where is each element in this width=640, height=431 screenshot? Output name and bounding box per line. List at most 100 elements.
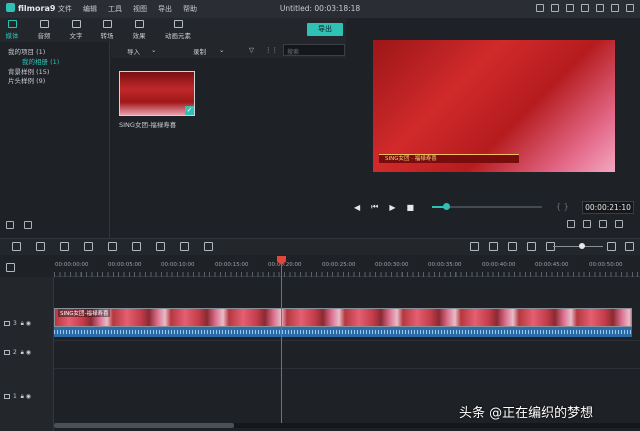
music-icon: [39, 20, 49, 28]
display-icon[interactable]: [567, 220, 575, 228]
split-screen-icon[interactable]: [527, 242, 536, 251]
library-item-intro-samples[interactable]: 片头样例 (9): [8, 75, 45, 85]
add-track-icon[interactable]: [6, 263, 15, 272]
step-back-icon[interactable]: ⏮: [371, 202, 378, 212]
undo-icon[interactable]: [12, 242, 21, 251]
shield-icon[interactable]: [470, 242, 479, 251]
edit-tools: [12, 242, 213, 251]
ruler-label: 00:00:35:00: [428, 262, 462, 268]
track-header-1[interactable]: 1 🔒︎ ◉: [4, 393, 31, 401]
close-icon[interactable]: [626, 4, 634, 12]
cut-icon[interactable]: [84, 242, 93, 251]
audio-waveform: [54, 330, 632, 334]
folder-icon: [7, 20, 17, 28]
audio-adjust-icon[interactable]: [204, 242, 213, 251]
preview-scrubber-knob[interactable]: [443, 203, 450, 210]
video-preview: [373, 40, 615, 172]
playhead[interactable]: [281, 261, 282, 426]
ruler-label: 00:00:30:00: [375, 262, 409, 268]
ruler-label: 00:00:40:00: [482, 262, 516, 268]
video-track-icon: [4, 321, 10, 326]
delete-icon[interactable]: [60, 242, 69, 251]
fullscreen-icon[interactable]: [615, 220, 623, 228]
media-tabs: 媒体 音频 文字 转场 效果 动画元素: [0, 18, 346, 42]
grid-view-icon[interactable]: ⋮⋮: [265, 46, 278, 54]
lock-icon[interactable]: 🔒︎: [21, 320, 24, 327]
preview-timecode: 00:00:21:10: [582, 201, 634, 214]
redo-icon[interactable]: [36, 242, 45, 251]
ruler-label: 00:00:15:00: [215, 262, 249, 268]
video-banner: SING女团 · 福禄寿喜: [379, 154, 519, 163]
tab-media[interactable]: 媒体: [0, 20, 28, 40]
snapshot-icon[interactable]: [583, 220, 591, 228]
track-divider: [54, 340, 640, 341]
watermark: 头条 @正在编织的梦想: [459, 406, 594, 421]
playback-controls: ◀ ⏮ ▶ ■: [354, 202, 414, 212]
timeline-right-tools: [470, 242, 555, 251]
eye-icon[interactable]: ◉: [26, 349, 31, 356]
zoom-slider[interactable]: [553, 246, 603, 247]
zoom-in-icon[interactable]: [607, 242, 616, 251]
library-item-my-projects[interactable]: 我的项目 (1): [8, 46, 45, 56]
play-icon[interactable]: ▶: [389, 203, 395, 212]
search-input[interactable]: 搜索: [283, 44, 345, 56]
filter-icon[interactable]: ▽: [249, 46, 254, 54]
tab-text[interactable]: 文字: [60, 20, 92, 40]
notification-icon[interactable]: [581, 4, 589, 12]
tab-audio[interactable]: 音频: [28, 20, 60, 40]
ruler-label: 00:00:00:00: [55, 262, 89, 268]
zoom-slider-knob[interactable]: [579, 243, 585, 249]
track-header-3[interactable]: 3 🔒︎ ◉: [4, 320, 31, 328]
add-folder-icon[interactable]: [6, 221, 14, 229]
eye-icon[interactable]: ◉: [26, 393, 31, 400]
ruler-ticks: [54, 272, 640, 277]
minimize-icon[interactable]: [596, 4, 604, 12]
tab-transition[interactable]: 转场: [91, 20, 123, 40]
track-label: 1: [13, 393, 17, 400]
maximize-icon[interactable]: [611, 4, 619, 12]
chevron-down-icon[interactable]: ⌄: [151, 46, 156, 54]
save-icon[interactable]: [551, 4, 559, 12]
green-screen-icon[interactable]: [180, 242, 189, 251]
cart-icon[interactable]: [566, 4, 574, 12]
tab-label: 动画元素: [165, 32, 191, 40]
lock-icon[interactable]: 🔒︎: [21, 393, 24, 400]
tab-effects[interactable]: 效果: [123, 20, 155, 40]
import-dropdown[interactable]: 导入: [127, 46, 140, 56]
ruler-label: 00:00:45:00: [535, 262, 569, 268]
account-icon[interactable]: [536, 4, 544, 12]
marker-brackets[interactable]: { }: [556, 202, 569, 211]
record-dropdown[interactable]: 录制: [193, 46, 206, 56]
lock-icon[interactable]: 🔒︎: [21, 349, 24, 356]
track-header-2[interactable]: 2 🔒︎ ◉: [4, 349, 31, 357]
track-label: 3: [13, 320, 17, 327]
ruler-label: 00:00:25:00: [322, 262, 356, 268]
folder-icon[interactable]: [24, 221, 32, 229]
ruler-label: 00:00:10:00: [161, 262, 195, 268]
stop-icon[interactable]: ■: [407, 203, 415, 212]
tab-elements[interactable]: 动画元素: [162, 20, 194, 40]
track-divider: [54, 368, 640, 369]
media-thumbnail[interactable]: [119, 71, 195, 116]
prev-frame-icon[interactable]: ◀: [354, 203, 360, 212]
video-track-icon: [4, 394, 10, 399]
library-footer: [6, 221, 32, 229]
clip-label: SING女团-福禄寿喜: [58, 309, 111, 317]
voiceover-icon[interactable]: [508, 242, 517, 251]
library-item-my-album[interactable]: 我的相册 (1): [22, 56, 59, 66]
tab-label: 效果: [132, 32, 146, 40]
color-icon[interactable]: [156, 242, 165, 251]
grid-icon[interactable]: [625, 242, 634, 251]
export-button[interactable]: 导出: [307, 23, 343, 36]
chevron-down-icon[interactable]: ⌄: [219, 46, 224, 54]
crop-icon[interactable]: [108, 242, 117, 251]
video-clip[interactable]: [54, 308, 632, 327]
microphone-icon[interactable]: [489, 242, 498, 251]
speed-icon[interactable]: [132, 242, 141, 251]
tab-label: 媒体: [5, 32, 19, 40]
volume-icon[interactable]: [599, 220, 607, 228]
preview-tools: [567, 220, 623, 228]
tab-label: 文字: [69, 32, 83, 40]
timeline-scrollbar-thumb[interactable]: [54, 423, 234, 428]
eye-icon[interactable]: ◉: [26, 320, 31, 327]
